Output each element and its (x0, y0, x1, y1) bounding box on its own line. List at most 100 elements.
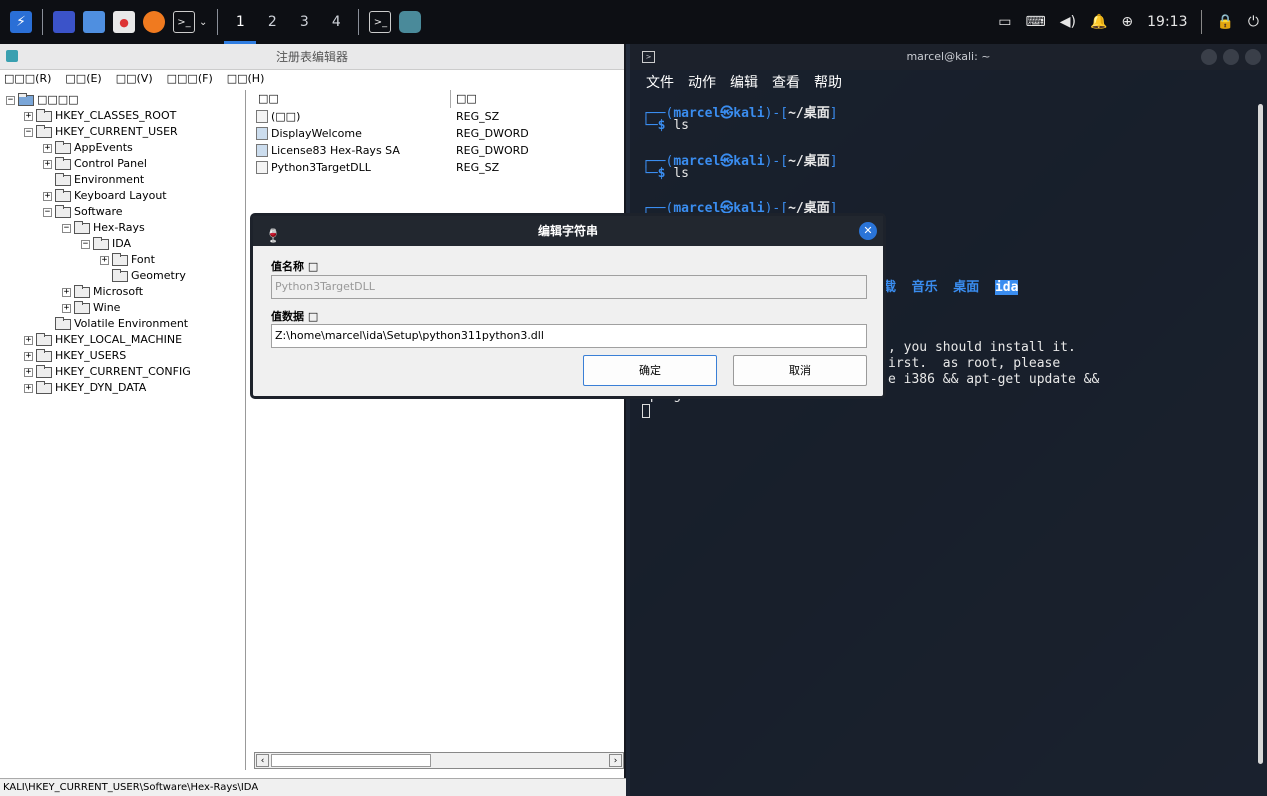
text-editor-icon[interactable]: ● (113, 11, 135, 33)
menu-registry[interactable]: □□□(R) (4, 70, 51, 88)
collapse-icon[interactable]: − (62, 223, 71, 233)
workspace-2[interactable]: 2 (256, 0, 288, 44)
menu-view[interactable]: 查看 (772, 70, 800, 96)
close-button[interactable] (1245, 49, 1261, 65)
registry-tree: − □□□□ + HKEY_CLASSES_ROOT − HKEY_CURRENT_U… (0, 90, 246, 770)
tree-item-appevents[interactable]: + AppEvents (43, 140, 133, 156)
column-divider[interactable] (450, 90, 451, 108)
tree-item-control-panel[interactable]: + Control Panel (43, 156, 147, 172)
terminal-task-icon[interactable]: >_ (369, 11, 392, 33)
menu-help[interactable]: □□(H) (227, 70, 265, 88)
display-icon[interactable]: ▭ (998, 14, 1011, 30)
cancel-button[interactable]: 取消 (733, 355, 867, 386)
regedit-titlebar[interactable]: 注册表编辑器 (0, 44, 624, 70)
terminal-icon[interactable]: >_ (173, 11, 195, 33)
ok-button[interactable]: 确定 (583, 355, 717, 386)
folder-icon (36, 380, 52, 394)
column-header-type[interactable]: □□ (456, 92, 477, 105)
close-icon[interactable]: ✕ (859, 222, 877, 240)
file-manager-icon[interactable] (83, 11, 105, 33)
list-item[interactable]: (□□) (256, 108, 300, 125)
terminal-scrollbar[interactable] (1258, 104, 1263, 764)
dialog-titlebar[interactable]: 🍷 编辑字符串 ✕ (253, 216, 883, 246)
tree-item-geometry[interactable]: Geometry (112, 268, 186, 284)
update-icon[interactable]: ⊕ (1121, 14, 1133, 30)
output-line: e i386 && apt-get update && (888, 372, 1100, 387)
column-header-name[interactable]: □□ (258, 92, 279, 105)
expand-icon[interactable]: + (62, 287, 71, 297)
menu-view[interactable]: □□(V) (116, 70, 153, 88)
collapse-icon[interactable]: − (81, 239, 90, 249)
folder-icon (36, 364, 52, 378)
chevron-down-icon[interactable]: ⌄ (199, 17, 207, 28)
tree-item-hklm[interactable]: + HKEY_LOCAL_MACHINE (24, 332, 182, 348)
workspace-3[interactable]: 3 (288, 0, 320, 44)
minimize-button[interactable] (1201, 49, 1217, 65)
expand-icon[interactable]: + (43, 159, 52, 169)
lock-icon[interactable]: 🔒 (1216, 14, 1233, 30)
expand-icon[interactable]: + (43, 191, 52, 201)
show-desktop-icon[interactable] (53, 11, 75, 33)
menu-help[interactable]: 帮助 (814, 70, 842, 96)
keyboard-icon[interactable]: ⌨ (1026, 14, 1046, 30)
text-cursor (642, 404, 650, 418)
tree-label: Microsoft (93, 285, 144, 298)
maximize-button[interactable] (1223, 49, 1239, 65)
firefox-icon[interactable] (143, 11, 165, 33)
workspace-4[interactable]: 4 (320, 0, 352, 44)
tree-item-environment[interactable]: Environment (55, 172, 144, 188)
value-type: REG_SZ (456, 161, 500, 174)
expand-icon[interactable]: + (100, 255, 109, 265)
expand-icon[interactable]: + (24, 383, 33, 393)
workspace-1[interactable]: 1 (224, 0, 257, 44)
menu-file[interactable]: 文件 (646, 70, 674, 96)
tree-item-font[interactable]: + Font (100, 252, 155, 268)
list-item[interactable]: DisplayWelcome (256, 125, 362, 142)
menu-edit[interactable]: □□(E) (65, 70, 101, 88)
tree-label: HKEY_CURRENT_USER (55, 125, 178, 138)
expand-icon[interactable]: + (62, 303, 71, 313)
tree-root[interactable]: − □□□□ (6, 92, 79, 108)
value-name: Python3TargetDLL (271, 161, 371, 174)
scroll-left-icon[interactable]: ‹ (256, 754, 269, 767)
logout-icon[interactable]: ⏻ (1248, 14, 1259, 30)
expand-icon[interactable]: + (24, 351, 33, 361)
clock[interactable]: 19:13 (1147, 14, 1187, 30)
expand-icon[interactable]: + (43, 143, 52, 153)
collapse-icon[interactable]: − (24, 127, 33, 137)
expand-icon[interactable]: + (24, 335, 33, 345)
dialog-title: 编辑字符串 (537, 224, 598, 238)
tree-item-ida[interactable]: − IDA (81, 236, 131, 252)
tree-item-hkdd[interactable]: + HKEY_DYN_DATA (24, 380, 146, 396)
list-item[interactable]: Python3TargetDLL (256, 159, 371, 176)
tree-item-wine[interactable]: + Wine (62, 300, 120, 316)
tree-item-keyboard-layout[interactable]: + Keyboard Layout (43, 188, 167, 204)
tree-item-hkcu[interactable]: − HKEY_CURRENT_USER (24, 124, 178, 140)
menu-actions[interactable]: 动作 (688, 70, 716, 96)
horizontal-scrollbar[interactable]: ‹ › (254, 752, 624, 769)
value-data-field[interactable]: Z:\home\marcel\ida\Setup\python311python… (271, 324, 867, 348)
collapse-icon[interactable]: − (43, 207, 52, 217)
volume-icon[interactable]: ◀) (1060, 14, 1076, 30)
value-type: REG_DWORD (456, 144, 529, 157)
list-item[interactable]: License83 Hex-Rays SA (256, 142, 400, 159)
terminal-titlebar[interactable]: > marcel@kali: ~ (630, 44, 1267, 70)
tree-item-hkcc[interactable]: + HKEY_CURRENT_CONFIG (24, 364, 191, 380)
menu-edit[interactable]: 编辑 (730, 70, 758, 96)
notification-bell-icon[interactable]: 🔔 (1090, 14, 1107, 30)
tree-item-software[interactable]: − Software (43, 204, 123, 220)
collapse-icon[interactable]: − (6, 95, 15, 105)
kali-menu-icon[interactable]: ⚡ (10, 11, 32, 33)
scrollbar-thumb[interactable] (271, 754, 431, 767)
expand-icon[interactable]: + (24, 111, 33, 121)
tree-item-hku[interactable]: + HKEY_USERS (24, 348, 126, 364)
scroll-right-icon[interactable]: › (609, 754, 622, 767)
value-name-field[interactable]: Python3TargetDLL (271, 275, 867, 299)
menu-favorites[interactable]: □□□(F) (167, 70, 213, 88)
tree-item-hexrays[interactable]: − Hex-Rays (62, 220, 145, 236)
expand-icon[interactable]: + (24, 367, 33, 377)
tree-item-hkcr[interactable]: + HKEY_CLASSES_ROOT (24, 108, 176, 124)
tree-item-volatile-environment[interactable]: Volatile Environment (55, 316, 188, 332)
tree-item-microsoft[interactable]: + Microsoft (62, 284, 143, 300)
wine-task-icon[interactable] (399, 11, 422, 33)
